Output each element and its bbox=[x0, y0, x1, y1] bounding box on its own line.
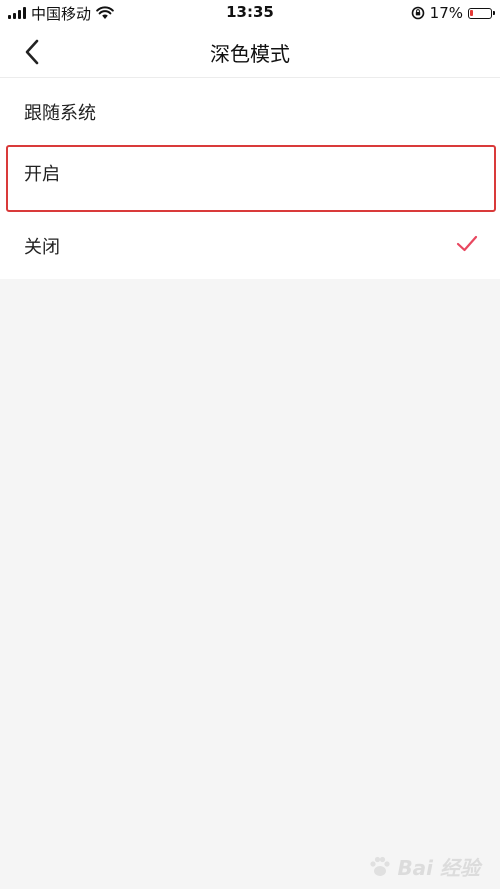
battery-icon bbox=[468, 7, 495, 19]
paw-logo-icon bbox=[370, 856, 391, 876]
status-bar: 中国移动 13:35 17% bbox=[0, 0, 500, 26]
status-right: 17% bbox=[411, 4, 495, 22]
option-label: 开启 bbox=[24, 164, 60, 185]
theme-option-list: 跟随系统 开启 关闭 bbox=[0, 78, 500, 279]
page-title: 深色模式 bbox=[210, 42, 290, 66]
option-follow-system[interactable]: 跟随系统 bbox=[0, 78, 500, 145]
option-label: 关闭 bbox=[24, 237, 60, 258]
checkmark-icon bbox=[456, 235, 478, 252]
option-label: 跟随系统 bbox=[24, 103, 96, 124]
battery-level bbox=[470, 9, 473, 16]
battery-percent: 17% bbox=[429, 4, 463, 22]
orientation-lock-icon bbox=[411, 6, 424, 20]
watermark-text: Bai 经验 bbox=[397, 856, 480, 880]
watermark: Bai 经验 bbox=[367, 852, 480, 881]
nav-bar: 深色模式 bbox=[0, 26, 500, 78]
option-on[interactable]: 开启 bbox=[6, 145, 496, 212]
option-off[interactable]: 关闭 bbox=[0, 212, 500, 279]
